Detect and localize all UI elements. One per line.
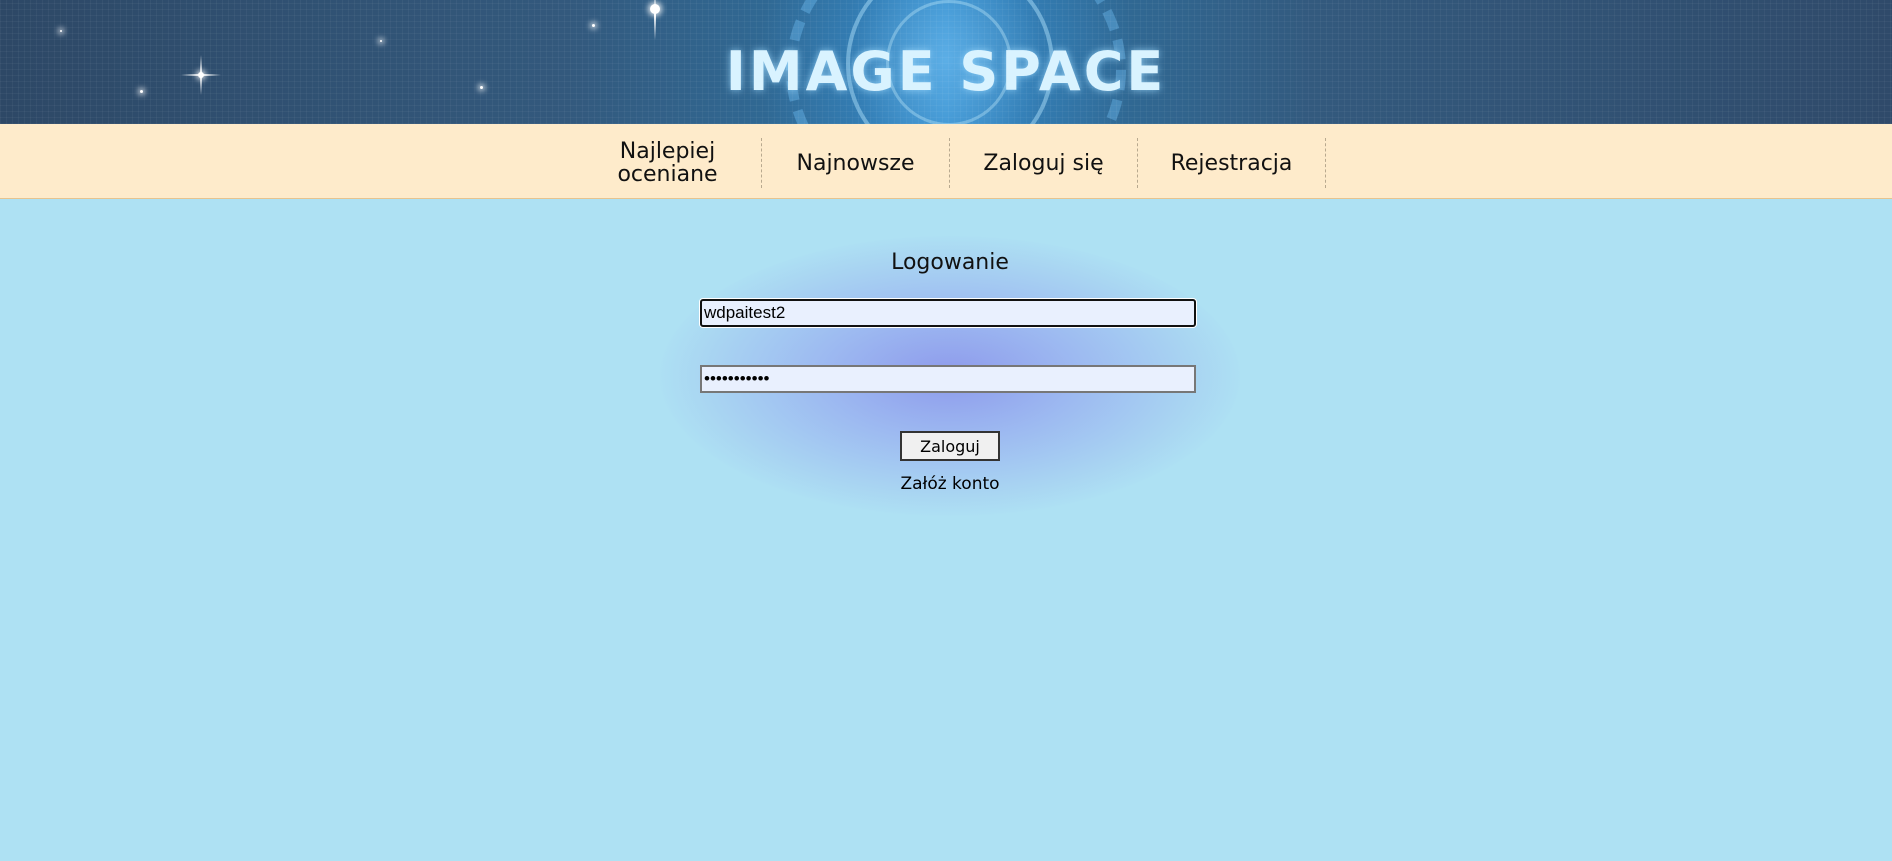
nav-items: Najlepiej oceniane Najnowsze Zaloguj się… <box>574 138 1326 188</box>
site-banner: IMAGE SPACE <box>0 0 1892 124</box>
login-title: Logowanie <box>891 250 1009 275</box>
star-decoration <box>60 30 62 32</box>
login-input[interactable] <box>700 299 1196 327</box>
star-decoration <box>592 24 595 27</box>
sparkle-decoration <box>654 0 656 40</box>
nav-item-top-rated[interactable]: Najlepiej oceniane <box>574 138 762 188</box>
nav-item-newest[interactable]: Najnowsze <box>762 138 950 188</box>
password-input[interactable] <box>700 365 1196 393</box>
login-submit-button[interactable]: Zaloguj <box>900 431 1000 461</box>
main-nav: Najlepiej oceniane Najnowsze Zaloguj się… <box>0 124 1892 199</box>
create-account-link[interactable]: Załóż konto <box>800 474 1100 494</box>
nav-item-register[interactable]: Rejestracja <box>1138 138 1326 188</box>
nav-item-login[interactable]: Zaloguj się <box>950 138 1138 188</box>
site-title: IMAGE SPACE <box>725 40 1167 103</box>
